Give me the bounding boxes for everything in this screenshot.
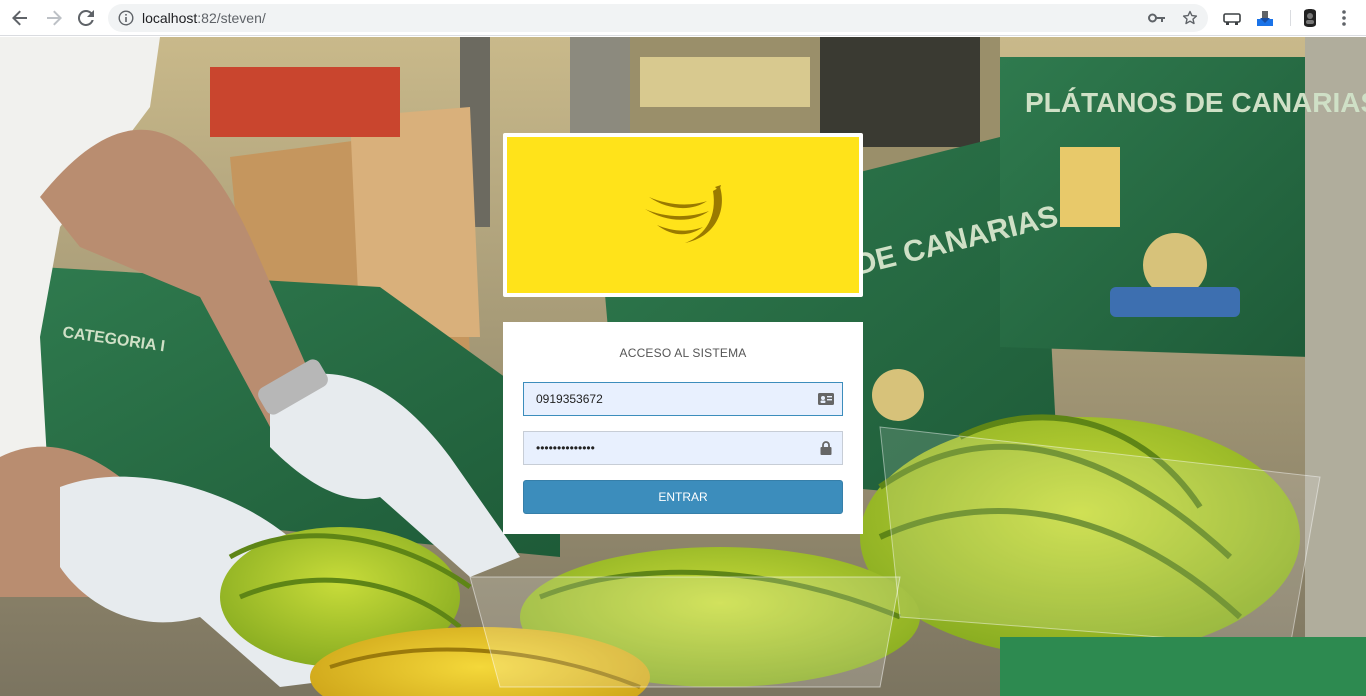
banana-logo-icon	[645, 185, 722, 243]
username-field[interactable]	[523, 382, 843, 416]
info-icon[interactable]	[118, 10, 134, 31]
login-title: ACCESO AL SISTEMA	[619, 346, 747, 360]
back-icon[interactable]	[8, 6, 32, 30]
address-bar[interactable]: localhost:82/steven/	[108, 4, 1208, 32]
menu-icon[interactable]	[1334, 8, 1354, 28]
login-page: PLÁTANOS DE CANARIAS S DE CANARIAS CATEG…	[0, 37, 1366, 696]
password-input[interactable]	[524, 432, 810, 464]
star-icon[interactable]	[1181, 9, 1199, 27]
url-host: localhost	[142, 10, 198, 26]
password-field[interactable]	[523, 431, 843, 465]
logo-card	[503, 133, 863, 297]
login-card: ACCESO AL SISTEMA ENTRAR	[503, 322, 863, 534]
download-ext-icon[interactable]	[1255, 8, 1275, 28]
forward-icon[interactable]	[42, 6, 66, 30]
logo-panel	[507, 137, 859, 293]
browser-toolbar: localhost:82/steven/	[0, 0, 1366, 36]
url-path: :82/steven/	[197, 10, 266, 26]
key-icon[interactable]	[1148, 9, 1166, 27]
cast-icon[interactable]	[1222, 8, 1242, 28]
username-input[interactable]	[524, 383, 810, 415]
enter-button[interactable]: ENTRAR	[523, 480, 843, 514]
lock-icon	[818, 441, 834, 455]
profile-icon[interactable]	[1300, 8, 1320, 28]
url-text: localhost:82/steven/	[142, 10, 266, 26]
toolbar-separator	[1290, 10, 1291, 26]
id-card-icon	[818, 392, 834, 406]
crate-sign-left: PLÁTANOS DE CANARIAS	[1025, 87, 1366, 118]
reload-icon[interactable]	[74, 6, 98, 30]
